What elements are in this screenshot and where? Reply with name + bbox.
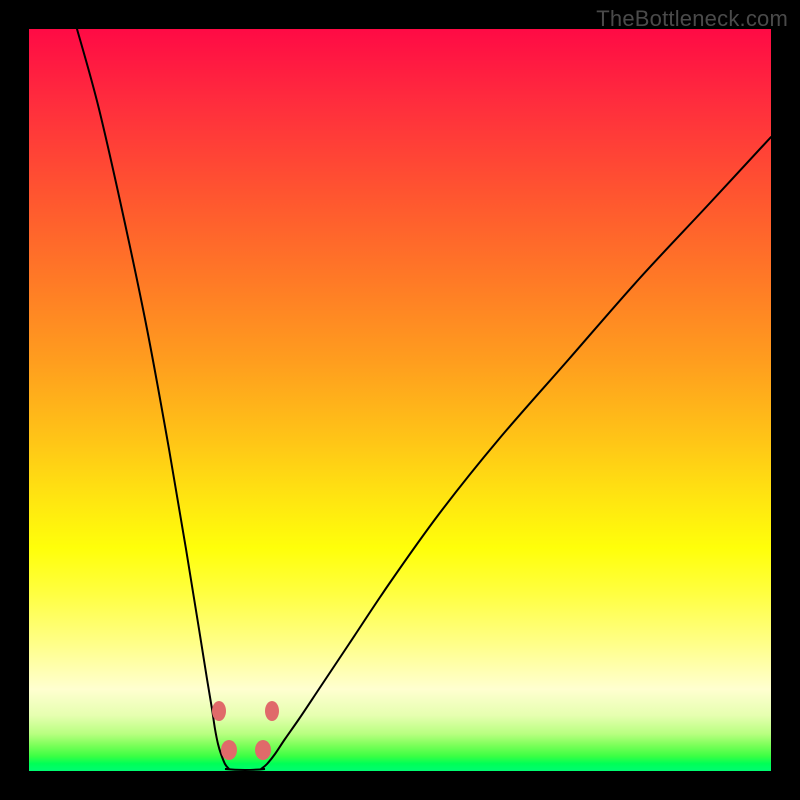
chart-stage: TheBottleneck.com xyxy=(0,0,800,800)
curve-layer xyxy=(29,29,771,771)
dip-marker xyxy=(221,740,237,760)
plot-area xyxy=(29,29,771,771)
dip-marker xyxy=(265,701,279,721)
dip-marker xyxy=(255,740,271,760)
watermark-text: TheBottleneck.com xyxy=(596,6,788,32)
dip-marker xyxy=(212,701,226,721)
dip-markers xyxy=(212,701,279,760)
bottleneck-curve xyxy=(77,29,771,770)
